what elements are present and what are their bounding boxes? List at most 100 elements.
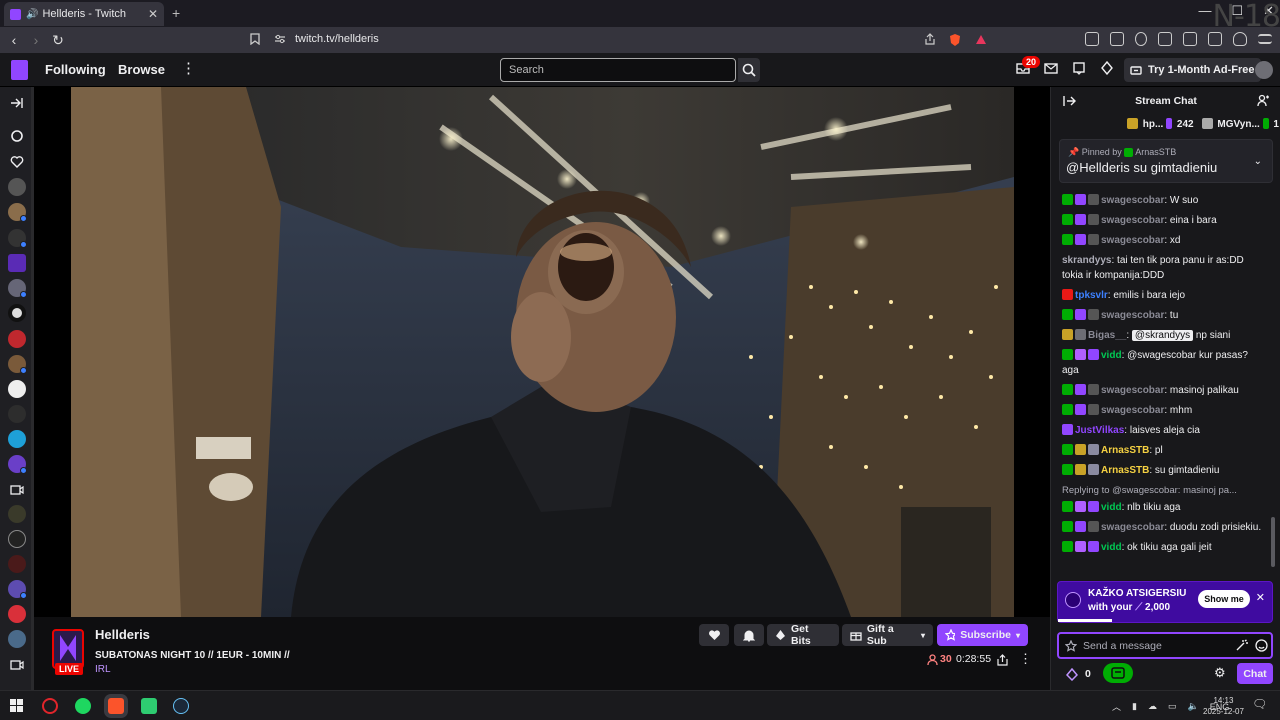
chat-username[interactable]: vidd <box>1101 542 1122 553</box>
gift-badge-icon[interactable] <box>1088 521 1099 532</box>
mod-badge-icon[interactable] <box>1062 309 1073 320</box>
gift-badge-icon[interactable] <box>1088 309 1099 320</box>
followed-channel-avatar[interactable] <box>8 380 26 398</box>
new-tab-button[interactable]: + <box>172 5 180 21</box>
chat-scrollbar[interactable] <box>1271 517 1275 567</box>
sub-badge-icon[interactable] <box>1088 541 1099 552</box>
bookmark-icon[interactable] <box>250 33 260 45</box>
chat-username[interactable]: swagescobar <box>1101 385 1164 396</box>
coin-badge-icon[interactable] <box>1062 329 1073 340</box>
sub-badge-icon[interactable] <box>1075 521 1086 532</box>
chat-username[interactable]: skrandyys <box>1062 255 1111 266</box>
brave-icon[interactable] <box>108 698 124 714</box>
followed-channel-avatar[interactable] <box>8 229 27 248</box>
channel-points-button[interactable] <box>1103 663 1133 683</box>
gift-sub-button[interactable]: Gift a Sub ▾ <box>842 623 933 647</box>
stream-category[interactable]: IRL <box>95 664 111 675</box>
wallet-icon[interactable] <box>1183 32 1197 46</box>
chat-username[interactable]: vidd <box>1101 502 1122 513</box>
mod-badge-icon[interactable] <box>1062 384 1073 395</box>
notification-center-icon[interactable]: 🗨 <box>1252 697 1267 711</box>
opera-icon[interactable] <box>42 698 58 714</box>
chat-username[interactable]: swagescobar <box>1101 235 1164 246</box>
mod-badge-icon[interactable] <box>1062 404 1073 415</box>
leo-ai-icon[interactable] <box>1208 32 1222 46</box>
chat-username[interactable]: swagescobar <box>1101 195 1164 206</box>
nav-following[interactable]: Following <box>45 62 106 77</box>
extension-icon[interactable] <box>1085 32 1099 46</box>
chat-message[interactable]: swagescobar: xd <box>1062 233 1267 248</box>
gift-badge-icon[interactable] <box>1088 214 1099 225</box>
followed-channel-avatar[interactable] <box>8 355 27 374</box>
users-icon[interactable] <box>1257 94 1270 107</box>
get-bits-button[interactable]: Get Bits <box>767 623 839 647</box>
chat-username[interactable]: ArnasSTB <box>1101 465 1149 476</box>
extension-icon[interactable] <box>1110 32 1124 46</box>
menu-icon[interactable] <box>1258 34 1272 44</box>
chat-message[interactable]: swagescobar: duodu zodi prisiekiu. <box>1062 520 1267 535</box>
windows-start-icon[interactable] <box>10 699 23 712</box>
user-avatar[interactable] <box>1255 61 1273 79</box>
pinned-message[interactable]: 📌 Pinned by ArnasSTB @Hellderis su gimta… <box>1059 139 1273 183</box>
sub-badge-icon[interactable] <box>1088 501 1099 512</box>
nav-browse[interactable]: Browse <box>118 62 165 77</box>
sub-badge-icon[interactable] <box>1075 234 1086 245</box>
chat-message[interactable]: swagescobar: W suo <box>1062 193 1267 208</box>
chevron-up-icon[interactable]: ︿ <box>1112 700 1121 713</box>
chat-username[interactable]: swagescobar <box>1101 310 1164 321</box>
chat-username[interactable]: swagescobar <box>1101 215 1164 226</box>
reload-icon[interactable]: ↻ <box>47 29 69 51</box>
gift-badge-icon[interactable] <box>1088 194 1099 205</box>
bits-icon[interactable] <box>1100 61 1114 75</box>
chat-username[interactable]: JustVilkas <box>1075 425 1124 436</box>
followed-channel-avatar[interactable] <box>8 203 27 222</box>
sub-badge-icon[interactable] <box>1075 214 1086 225</box>
chat-leaderboard[interactable]: hp... 242 MGVyn... 1 <box>1127 118 1279 130</box>
minimize-button[interactable]: — <box>1198 3 1211 19</box>
volume-icon[interactable]: 🔈 <box>1187 701 1198 712</box>
gem-badge-icon[interactable] <box>1075 349 1086 360</box>
gift-badge-icon[interactable] <box>1088 404 1099 415</box>
chat-username[interactable]: vidd <box>1101 350 1122 361</box>
chevron-down-icon[interactable]: ⌄ <box>1254 156 1262 167</box>
brave-rewards-icon[interactable] <box>974 33 988 47</box>
chat-message[interactable]: skrandyys: tai ten tik pora panu ir as:D… <box>1062 253 1267 283</box>
gem-badge-icon[interactable] <box>1075 501 1086 512</box>
magic-wand-icon[interactable] <box>1235 639 1248 652</box>
sub-badge-icon[interactable] <box>1075 384 1086 395</box>
bits-icon[interactable] <box>1066 668 1078 681</box>
coin-badge-icon[interactable] <box>1075 444 1086 455</box>
notifications-bell-button[interactable] <box>734 624 764 646</box>
followed-channel-avatar[interactable] <box>8 430 26 448</box>
url-text[interactable]: twitch.tv/hellderis <box>295 33 379 45</box>
follow-heart-button[interactable] <box>699 624 729 646</box>
mod-badge-icon[interactable] <box>1062 194 1073 205</box>
twitch-logo-icon[interactable] <box>11 60 28 80</box>
video-icon[interactable] <box>10 659 24 671</box>
sub-badge-icon[interactable] <box>1075 404 1086 415</box>
chat-username[interactable]: Bigas__ <box>1088 330 1126 341</box>
img-badge-icon[interactable] <box>1088 464 1099 475</box>
followed-channel-avatar[interactable] <box>8 304 26 322</box>
chat-username[interactable]: tpksvlr <box>1075 290 1108 301</box>
followed-channel-avatar[interactable] <box>8 555 26 573</box>
more-options-icon[interactable]: ⋮ <box>181 59 196 77</box>
chat-username[interactable]: swagescobar <box>1101 522 1164 533</box>
search-button[interactable] <box>738 58 760 82</box>
chat-message[interactable]: vidd: ok tikiu aga gali jeit <box>1062 540 1267 555</box>
img-badge-icon[interactable] <box>1088 444 1099 455</box>
chat-message[interactable]: tpksvlr: emilis i bara iejo <box>1062 288 1267 303</box>
chat-input[interactable]: Send a message <box>1057 632 1273 659</box>
sub-badge-icon[interactable] <box>1075 309 1086 320</box>
followed-channel-avatar[interactable] <box>8 530 26 548</box>
followed-channel-avatar[interactable] <box>8 178 26 196</box>
site-settings-icon[interactable] <box>274 33 286 45</box>
gift-badge-icon[interactable] <box>1088 384 1099 395</box>
show-me-button[interactable]: Show me <box>1198 590 1250 608</box>
sub-badge-icon[interactable] <box>1088 349 1099 360</box>
clock[interactable]: 14:13 2025-12-07 <box>1203 695 1244 717</box>
mod-badge-icon[interactable] <box>1062 464 1073 475</box>
chat-message[interactable]: vidd: @swagescobar kur pasas? aga <box>1062 348 1267 378</box>
video-player[interactable] <box>34 87 1050 617</box>
hype-train-banner[interactable]: KAŽKO ATSIGERSIU with your ⟋ 2,000 Show … <box>1057 581 1273 623</box>
